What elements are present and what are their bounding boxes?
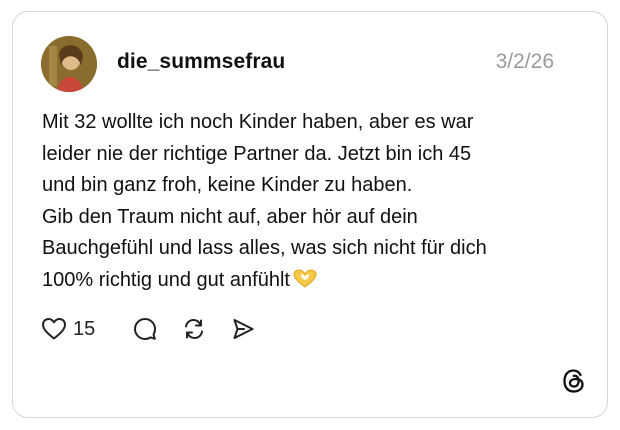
post-text-line: 100% richtig und gut anfühlt xyxy=(42,268,290,291)
share-button[interactable] xyxy=(231,312,255,346)
heart-icon xyxy=(42,318,66,340)
post-text-line: Gib den Traum nicht auf, aber hör auf de… xyxy=(42,205,418,228)
post-date: 3/2/26 xyxy=(495,50,554,73)
post-text-line: Bauchgefühl und lass alles, was sich nic… xyxy=(42,237,487,260)
post-text: Mit 32 wollte ich noch Kinder haben, abe… xyxy=(42,107,582,297)
comment-button[interactable] xyxy=(133,312,157,346)
comment-icon xyxy=(134,318,156,340)
username[interactable]: die_summsefrau xyxy=(117,50,285,74)
share-icon xyxy=(233,319,254,339)
post-text-line: Mit 32 wollte ich noch Kinder haben, abe… xyxy=(42,111,474,133)
repost-icon xyxy=(185,318,203,340)
repost-button[interactable] xyxy=(181,312,207,346)
post-text-line: leider nie der richtige Partner da. Jetz… xyxy=(42,142,472,165)
heart-hands-emoji xyxy=(292,268,318,288)
avatar[interactable] xyxy=(41,36,97,92)
post-text-line: und bin ganz froh, keine Kinder zu haben… xyxy=(42,174,413,197)
post-text-last-line: 100% richtig und gut anfühlt xyxy=(42,265,582,297)
post-card: die_summsefrau 3/2/26 Mit 32 wollte ich … xyxy=(12,11,608,418)
like-button[interactable]: 15 xyxy=(41,312,95,346)
like-count: 15 xyxy=(73,317,96,340)
threads-logo-icon xyxy=(561,368,587,394)
